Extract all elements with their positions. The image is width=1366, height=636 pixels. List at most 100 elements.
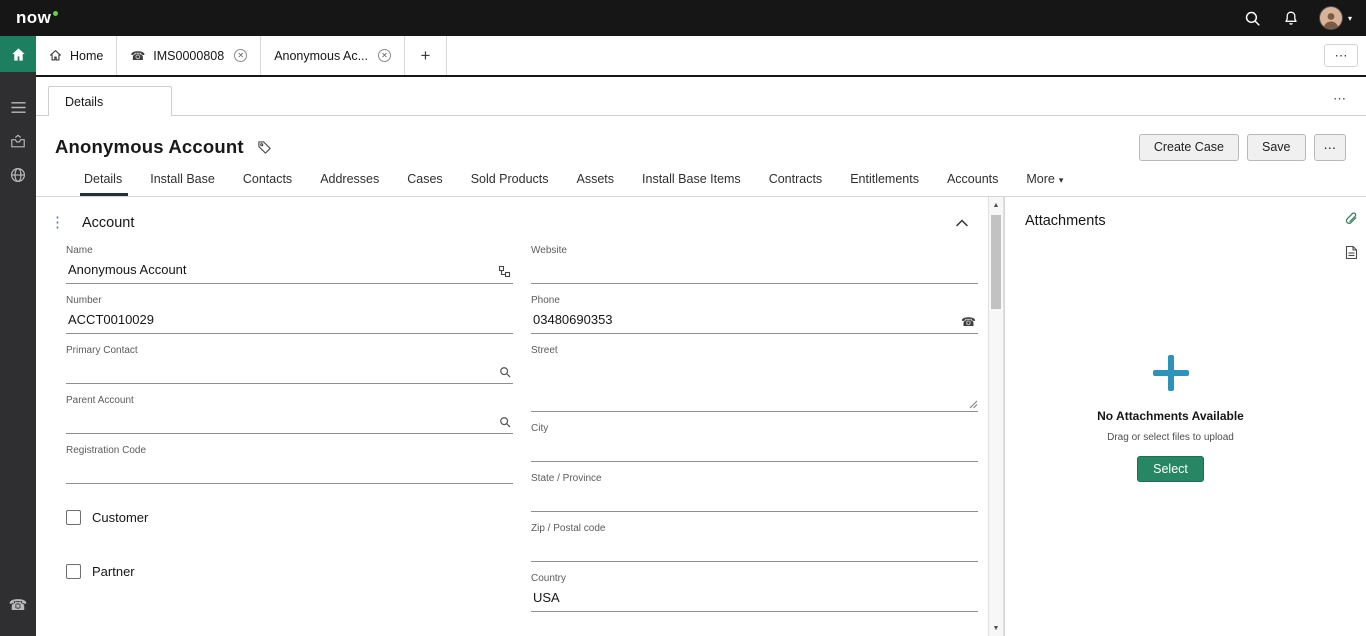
checkbox-label: Partner: [92, 564, 135, 579]
subtab-details-label: Details: [65, 95, 103, 109]
document-icon[interactable]: [1345, 245, 1358, 260]
field-city: City: [531, 423, 978, 462]
website-input[interactable]: [531, 259, 978, 283]
zip-postal-code-input[interactable]: [531, 537, 978, 561]
select-files-button[interactable]: Select: [1137, 456, 1204, 482]
field-website: Website: [531, 245, 978, 284]
customer-checkbox[interactable]: [66, 510, 81, 525]
paperclip-attachments-icon[interactable]: [1344, 211, 1358, 227]
state-province-input[interactable]: [531, 487, 978, 511]
attachments-panel: Attachments No Attachments Available Dra…: [1004, 197, 1336, 636]
field-label: Website: [531, 245, 978, 256]
field-label: Registration Code: [66, 445, 513, 456]
sidebar-menu-icon[interactable]: [0, 90, 36, 124]
city-input[interactable]: [531, 437, 978, 461]
field-registration-code: Registration Code: [66, 445, 513, 484]
top-header: now ▾: [0, 0, 1366, 36]
tab-home[interactable]: Home: [36, 36, 117, 75]
field-label: Zip / Postal code: [531, 523, 978, 534]
phone-input[interactable]: [531, 309, 978, 333]
sidebar-home-icon[interactable]: [0, 36, 36, 72]
field-label: Country: [531, 573, 978, 584]
tab-home-label: Home: [70, 49, 103, 63]
field-label: Phone: [531, 295, 978, 306]
tab-details[interactable]: Details: [72, 168, 136, 196]
number-input[interactable]: [66, 309, 513, 333]
tab-cases[interactable]: Cases: [393, 168, 456, 196]
logo-dot: [53, 11, 58, 16]
sidebar-globe-icon[interactable]: [0, 158, 36, 192]
field-label: City: [531, 423, 978, 434]
notifications-bell-icon[interactable]: [1281, 8, 1301, 28]
home-icon: [49, 49, 62, 62]
tab-install-base[interactable]: Install Base: [136, 168, 229, 196]
preview-record-icon[interactable]: [498, 265, 511, 278]
textarea-resize-handle-icon[interactable]: [969, 400, 978, 409]
app-sidebar: ☎: [0, 36, 36, 636]
tabstrip-overflow-button[interactable]: ⋯: [1324, 44, 1358, 67]
tab-accounts[interactable]: Accounts: [933, 168, 1012, 196]
primary-contact-input[interactable]: [66, 359, 513, 383]
subtab-details[interactable]: Details: [48, 86, 172, 116]
tag-icon[interactable]: [257, 140, 272, 155]
field-name: Name: [66, 245, 513, 284]
search-icon[interactable]: [1243, 8, 1263, 28]
scrollbar-track[interactable]: [989, 213, 1003, 620]
record-more-actions-button[interactable]: ⋯: [1314, 134, 1347, 161]
tab-contacts[interactable]: Contacts: [229, 168, 306, 196]
country-input[interactable]: [531, 587, 978, 611]
field-label: Parent Account: [66, 395, 513, 406]
street-textarea[interactable]: [531, 359, 978, 406]
scroll-down-arrow[interactable]: ▼: [989, 620, 1003, 636]
parent-account-input[interactable]: [66, 409, 513, 433]
attachments-title: Attachments: [1025, 213, 1316, 229]
record-subtab-row: Details ⋯: [36, 77, 1366, 116]
close-icon[interactable]: ✕: [234, 49, 247, 62]
form-scrollbar[interactable]: ▲ ▼: [988, 197, 1004, 636]
new-tab-button[interactable]: +: [405, 36, 447, 75]
account-form-pane: ⋮ Account Name: [36, 197, 988, 636]
tab-entitlements[interactable]: Entitlements: [836, 168, 933, 196]
section-kebab-icon[interactable]: ⋮: [50, 216, 65, 230]
customer-checkbox-row[interactable]: Customer: [66, 510, 513, 525]
sidebar-phone-icon[interactable]: ☎: [0, 588, 36, 622]
save-button[interactable]: Save: [1247, 134, 1306, 161]
phone-icon[interactable]: ☎: [961, 316, 976, 328]
avatar-image: [1319, 6, 1343, 30]
tabstrip-spacer: [447, 36, 1316, 75]
tab-ims0000808[interactable]: ☎ IMS0000808 ✕: [117, 36, 261, 75]
sidebar-inbox-icon[interactable]: [0, 124, 36, 158]
subtab-overflow-button[interactable]: ⋯: [1333, 91, 1352, 115]
tab-anonymous-account[interactable]: Anonymous Ac... ✕: [261, 36, 405, 75]
field-parent-account: Parent Account: [66, 395, 513, 434]
close-icon[interactable]: ✕: [378, 49, 391, 62]
section-collapse-chevron-icon[interactable]: [956, 219, 968, 227]
field-label: Street: [531, 345, 978, 356]
tab-more[interactable]: More▾: [1012, 168, 1077, 196]
tab-assets[interactable]: Assets: [563, 168, 629, 196]
name-input[interactable]: [66, 259, 513, 283]
field-label: Number: [66, 295, 513, 306]
tab-install-base-items[interactable]: Install Base Items: [628, 168, 755, 196]
tab-sold-products[interactable]: Sold Products: [457, 168, 563, 196]
field-number: Number: [66, 295, 513, 334]
field-zip-postal-code: Zip / Postal code: [531, 523, 978, 562]
create-case-button[interactable]: Create Case: [1139, 134, 1239, 161]
add-attachment-plus-icon[interactable]: [1151, 353, 1191, 393]
field-label: State / Province: [531, 473, 978, 484]
tab-addresses[interactable]: Addresses: [306, 168, 393, 196]
user-avatar[interactable]: ▾: [1319, 6, 1352, 30]
record-header: Anonymous Account Create Case Save ⋯: [36, 116, 1366, 168]
partner-checkbox-row[interactable]: Partner: [66, 564, 513, 579]
partner-checkbox[interactable]: [66, 564, 81, 579]
scrollbar-thumb[interactable]: [991, 215, 1001, 309]
lookup-search-icon[interactable]: [499, 366, 511, 378]
scroll-up-arrow[interactable]: ▲: [989, 197, 1003, 213]
record-nav-tabs: Details Install Base Contacts Addresses …: [36, 168, 1366, 197]
tab-contracts[interactable]: Contracts: [755, 168, 837, 196]
lookup-search-icon[interactable]: [499, 416, 511, 428]
registration-code-input[interactable]: [66, 459, 513, 483]
page-title: Anonymous Account: [55, 136, 244, 158]
field-phone: Phone ☎: [531, 295, 978, 334]
form-column-left: Name Number: [66, 245, 513, 623]
